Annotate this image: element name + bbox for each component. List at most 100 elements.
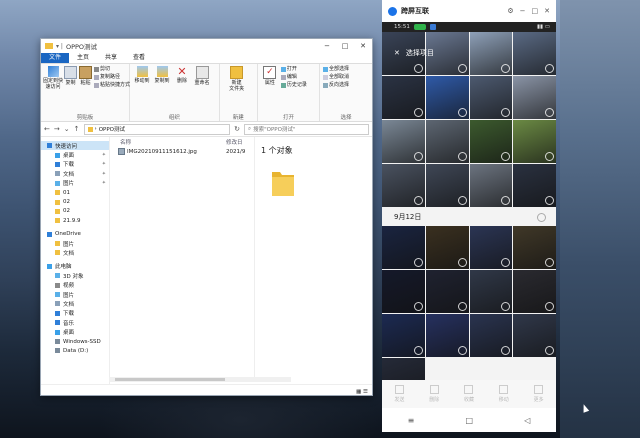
tab-share[interactable]: 共享 xyxy=(97,53,125,63)
invert-selection-button[interactable]: 反向选择 xyxy=(323,82,349,88)
sidebar-item[interactable]: 下载 xyxy=(41,309,109,318)
select-photo-checkbox[interactable] xyxy=(413,196,423,205)
select-photo-checkbox[interactable] xyxy=(413,258,423,267)
home-nav-button[interactable]: □ xyxy=(465,416,473,425)
select-photo-checkbox[interactable] xyxy=(545,302,554,311)
copy-to-button[interactable]: 复制到 xyxy=(153,66,171,113)
photo-thumbnail[interactable] xyxy=(425,76,469,119)
select-photo-checkbox[interactable] xyxy=(413,346,423,355)
new-folder-button[interactable]: 新建 文件夹 xyxy=(223,66,251,113)
delete-button[interactable]: ✕ 删除 xyxy=(173,66,191,113)
action-button[interactable]: 删除 xyxy=(429,385,439,403)
photo-thumbnail[interactable] xyxy=(469,164,513,207)
cut-button[interactable]: 剪切 xyxy=(94,66,130,72)
sidebar-item[interactable]: 图片 ✦ xyxy=(41,179,109,188)
maximize-button[interactable]: □ xyxy=(336,39,354,53)
photo-thumbnail[interactable] xyxy=(382,314,425,357)
select-photo-checkbox[interactable] xyxy=(457,108,467,117)
close-button[interactable]: ✕ xyxy=(354,39,372,53)
search-input[interactable]: ⌕ 搜索"OPPO测试" xyxy=(244,123,369,135)
photo-thumbnail[interactable] xyxy=(382,120,425,163)
photo-thumbnail[interactable] xyxy=(513,164,556,207)
action-button[interactable]: 移动 xyxy=(499,385,509,403)
sidebar-item[interactable]: Data (D:) xyxy=(41,346,109,355)
photo-thumbnail[interactable] xyxy=(382,164,425,207)
close-button[interactable]: ✕ xyxy=(544,7,550,15)
select-photo-checkbox[interactable] xyxy=(501,152,511,161)
minimize-button[interactable]: − xyxy=(318,39,336,53)
select-photo-checkbox[interactable] xyxy=(545,346,554,355)
tab-home[interactable]: 主页 xyxy=(69,53,97,63)
sidebar-item[interactable]: Windows-SSD xyxy=(41,337,109,346)
select-photo-checkbox[interactable] xyxy=(413,302,423,311)
sidebar-item[interactable]: 下载 ✦ xyxy=(41,160,109,169)
sidebar-item[interactable]: 桌面 ✦ xyxy=(41,150,109,159)
photo-thumbnail[interactable] xyxy=(425,120,469,163)
up-arrow-icon[interactable]: ↑ xyxy=(74,125,80,133)
select-photo-checkbox[interactable] xyxy=(413,152,423,161)
properties-button[interactable]: ✓ 属性 xyxy=(261,66,279,113)
chevron-down-icon[interactable]: ⌄ xyxy=(64,125,70,133)
sidebar-item[interactable]: 文档 ✦ xyxy=(41,169,109,178)
action-button[interactable]: 更多 xyxy=(534,385,544,403)
select-photo-checkbox[interactable] xyxy=(501,196,511,205)
select-photo-checkbox[interactable] xyxy=(501,346,511,355)
select-none-button[interactable]: 全部取消 xyxy=(323,74,349,80)
menu-nav-button[interactable]: ≡ xyxy=(408,416,415,425)
sidebar-item[interactable]: 图片 xyxy=(41,290,109,299)
select-photo-checkbox[interactable] xyxy=(413,108,423,117)
photo-thumbnail[interactable] xyxy=(469,314,513,357)
sidebar-item[interactable]: 此电脑 xyxy=(41,262,109,271)
maximize-button[interactable]: □ xyxy=(532,7,539,15)
move-to-button[interactable]: 移动到 xyxy=(133,66,151,113)
photo-thumbnail[interactable] xyxy=(469,270,513,313)
select-date-checkbox[interactable] xyxy=(537,213,546,222)
photo-thumbnail[interactable] xyxy=(469,120,513,163)
settings-icon[interactable]: ⚙ xyxy=(507,7,513,15)
photo-thumbnail[interactable] xyxy=(425,226,469,269)
select-photo-checkbox[interactable] xyxy=(413,64,423,73)
sidebar-item[interactable]: 3D 对象 xyxy=(41,271,109,280)
photo-thumbnail[interactable] xyxy=(382,226,425,269)
action-button[interactable]: 收藏 xyxy=(464,385,474,403)
sidebar-item[interactable]: 快速访问 xyxy=(41,141,109,151)
select-photo-checkbox[interactable] xyxy=(501,108,511,117)
open-button[interactable]: 打开 xyxy=(280,66,307,72)
photo-thumbnail[interactable] xyxy=(382,270,425,313)
sidebar-item[interactable]: 桌面 xyxy=(41,327,109,336)
photo-thumbnail[interactable] xyxy=(469,226,513,269)
minimize-button[interactable]: − xyxy=(520,7,526,15)
select-photo-checkbox[interactable] xyxy=(457,258,467,267)
refresh-icon[interactable]: ↻ xyxy=(234,125,240,133)
select-photo-checkbox[interactable] xyxy=(457,302,467,311)
photo-thumbnail[interactable] xyxy=(425,270,469,313)
photo-thumbnail[interactable] xyxy=(513,270,556,313)
tab-view[interactable]: 查看 xyxy=(125,53,153,63)
column-name-header[interactable]: 名称 xyxy=(110,138,226,146)
photo-thumbnail[interactable] xyxy=(513,120,556,163)
select-photo-checkbox[interactable] xyxy=(545,64,554,73)
back-arrow-icon[interactable]: ← xyxy=(44,125,50,133)
photo-thumbnail[interactable] xyxy=(513,76,556,119)
sidebar-item[interactable]: 音乐 xyxy=(41,318,109,327)
sidebar-item[interactable]: 图片 xyxy=(41,239,109,248)
select-photo-checkbox[interactable] xyxy=(545,258,554,267)
address-bar[interactable]: › OPPO测试 xyxy=(83,123,231,135)
copy-path-button[interactable]: 复制路径 xyxy=(94,74,130,80)
select-photo-checkbox[interactable] xyxy=(457,152,467,161)
tab-file[interactable]: 文件 xyxy=(41,53,70,63)
photo-thumbnail[interactable] xyxy=(425,314,469,357)
select-photo-checkbox[interactable] xyxy=(501,302,511,311)
select-photo-checkbox[interactable] xyxy=(457,346,467,355)
close-icon[interactable]: ✕ xyxy=(394,49,400,57)
select-all-button[interactable]: 全部选择 xyxy=(323,66,349,72)
paste-shortcut-button[interactable]: 粘贴快捷方式 xyxy=(94,82,130,88)
sidebar-item[interactable]: 01 xyxy=(41,188,109,197)
view-toggle-icons[interactable]: ▦ ☰ xyxy=(356,389,368,395)
select-photo-checkbox[interactable] xyxy=(501,258,511,267)
title-bar[interactable]: ▾ | OPPO测试 − □ ✕ xyxy=(41,39,372,53)
sidebar-item[interactable]: 视频 xyxy=(41,280,109,289)
sidebar-item[interactable]: 文档 xyxy=(41,299,109,308)
photo-thumbnail[interactable] xyxy=(513,226,556,269)
select-photo-checkbox[interactable] xyxy=(545,196,554,205)
